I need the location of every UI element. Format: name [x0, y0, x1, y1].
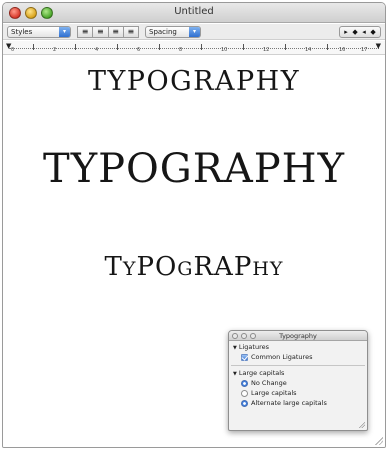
ruler-number: 2	[53, 47, 57, 53]
glyph-p: P	[233, 252, 253, 282]
large-capitals-radio[interactable]	[241, 389, 248, 397]
glyph-t: T	[104, 252, 123, 282]
alignment-control: ≡ ≡ ≡ ≡	[77, 26, 139, 38]
ruler-number: 0	[11, 47, 15, 53]
glyph-g: G	[177, 258, 194, 280]
text-line-alternate-capitals: TYPOGRAPHY	[3, 252, 385, 282]
ruler[interactable]: ▼ ▼ 0 2 4 6 8 10 12 14 16 17	[3, 41, 385, 55]
glyph-h: H	[252, 258, 270, 280]
ruler-tick	[159, 44, 160, 50]
right-tab-icon: ▸	[344, 27, 348, 36]
large-capitals-section-header[interactable]: ▼ Large capitals	[229, 367, 367, 378]
glyph-y: Y	[269, 258, 284, 280]
glyph-p: P	[136, 252, 155, 282]
ruler-number: 6	[137, 47, 141, 53]
window-resize-grip-icon[interactable]	[374, 436, 383, 445]
tab-stops-control[interactable]: ▸ ◆ ◂ ◆	[339, 26, 381, 38]
align-center-icon: ≡	[97, 27, 104, 36]
disclosure-triangle-icon: ▼	[233, 371, 237, 377]
ruler-tick	[285, 44, 286, 50]
align-justify-button[interactable]: ≡	[108, 26, 124, 38]
common-ligatures-checkbox[interactable]	[241, 353, 248, 361]
panel-title: Typography	[279, 332, 317, 340]
spacing-label: Spacing	[149, 28, 177, 36]
chevron-down-icon: ▾	[59, 27, 70, 37]
alternate-large-capitals-label: Alternate large capitals	[251, 399, 327, 407]
ruler-number: 4	[95, 47, 99, 53]
align-right-button[interactable]: ≡	[123, 26, 139, 38]
align-right-icon: ≡	[127, 27, 135, 36]
ligatures-section-header[interactable]: ▼ Ligatures	[229, 341, 367, 352]
no-change-radio[interactable]	[241, 379, 248, 387]
large-capitals-header-label: Large capitals	[238, 369, 285, 377]
ruler-tick	[243, 44, 244, 50]
align-center-button[interactable]: ≡	[93, 26, 109, 38]
ruler-tick	[75, 44, 76, 50]
styles-popup[interactable]: Styles ▾	[7, 26, 71, 38]
ruler-baseline	[9, 48, 379, 49]
spacing-popup[interactable]: Spacing ▾	[145, 26, 201, 38]
center-tab-icon: ◆	[352, 27, 358, 36]
glyph-r: R	[193, 252, 215, 282]
decimal-tab-icon: ◆	[370, 27, 376, 36]
ruler-tick	[327, 44, 328, 50]
common-ligatures-label: Common Ligatures	[251, 353, 313, 361]
left-tab-icon: ◂	[362, 27, 366, 36]
glyph-o: O	[154, 252, 178, 282]
glyph-a: A	[214, 252, 234, 282]
ruler-number: 10	[221, 47, 228, 53]
ruler-tick	[117, 44, 118, 50]
ruler-tick	[33, 44, 34, 50]
right-margin-marker-icon[interactable]: ▼	[376, 42, 381, 50]
ligatures-header-label: Ligatures	[238, 343, 269, 351]
no-change-label: No Change	[251, 379, 287, 387]
align-left-icon: ≡	[81, 27, 89, 36]
ruler-number: 16	[339, 47, 346, 53]
alternate-large-capitals-radio[interactable]	[241, 399, 248, 407]
no-change-option[interactable]: No Change	[229, 378, 367, 388]
align-left-button[interactable]: ≡	[77, 26, 94, 38]
glyph-y: Y	[122, 258, 137, 280]
panel-title-bar[interactable]: Typography	[229, 331, 367, 341]
window-title: Untitled	[174, 6, 214, 17]
text-line-normal: TYPOGRAPHY	[87, 66, 301, 97]
alternate-large-capitals-option[interactable]: Alternate large capitals	[229, 398, 367, 408]
text-line-large: TYPOGRAPHY	[43, 146, 345, 192]
panel-resize-grip-icon[interactable]	[358, 421, 365, 428]
disclosure-triangle-icon: ▼	[233, 345, 237, 351]
format-toolbar: Styles ▾ ≡ ≡ ≡ ≡ Spacing ▾ ▸ ◆ ◂ ◆	[3, 24, 385, 40]
common-ligatures-option[interactable]: Common Ligatures	[229, 352, 367, 362]
typography-panel: Typography ▼ Ligatures Common Ligatures ▼…	[228, 330, 368, 431]
ruler-number: 8	[179, 47, 183, 53]
title-bar[interactable]: Untitled	[3, 3, 385, 23]
ruler-tick	[201, 44, 202, 50]
ruler-number: 17	[361, 47, 368, 53]
ruler-number: 14	[305, 47, 312, 53]
ruler-number: 12	[263, 47, 270, 53]
large-capitals-option[interactable]: Large capitals	[229, 388, 367, 398]
large-capitals-label: Large capitals	[251, 389, 297, 397]
section-divider	[231, 365, 365, 366]
align-justify-icon: ≡	[112, 27, 119, 36]
styles-label: Styles	[11, 28, 33, 36]
chevron-down-icon: ▾	[189, 27, 200, 37]
